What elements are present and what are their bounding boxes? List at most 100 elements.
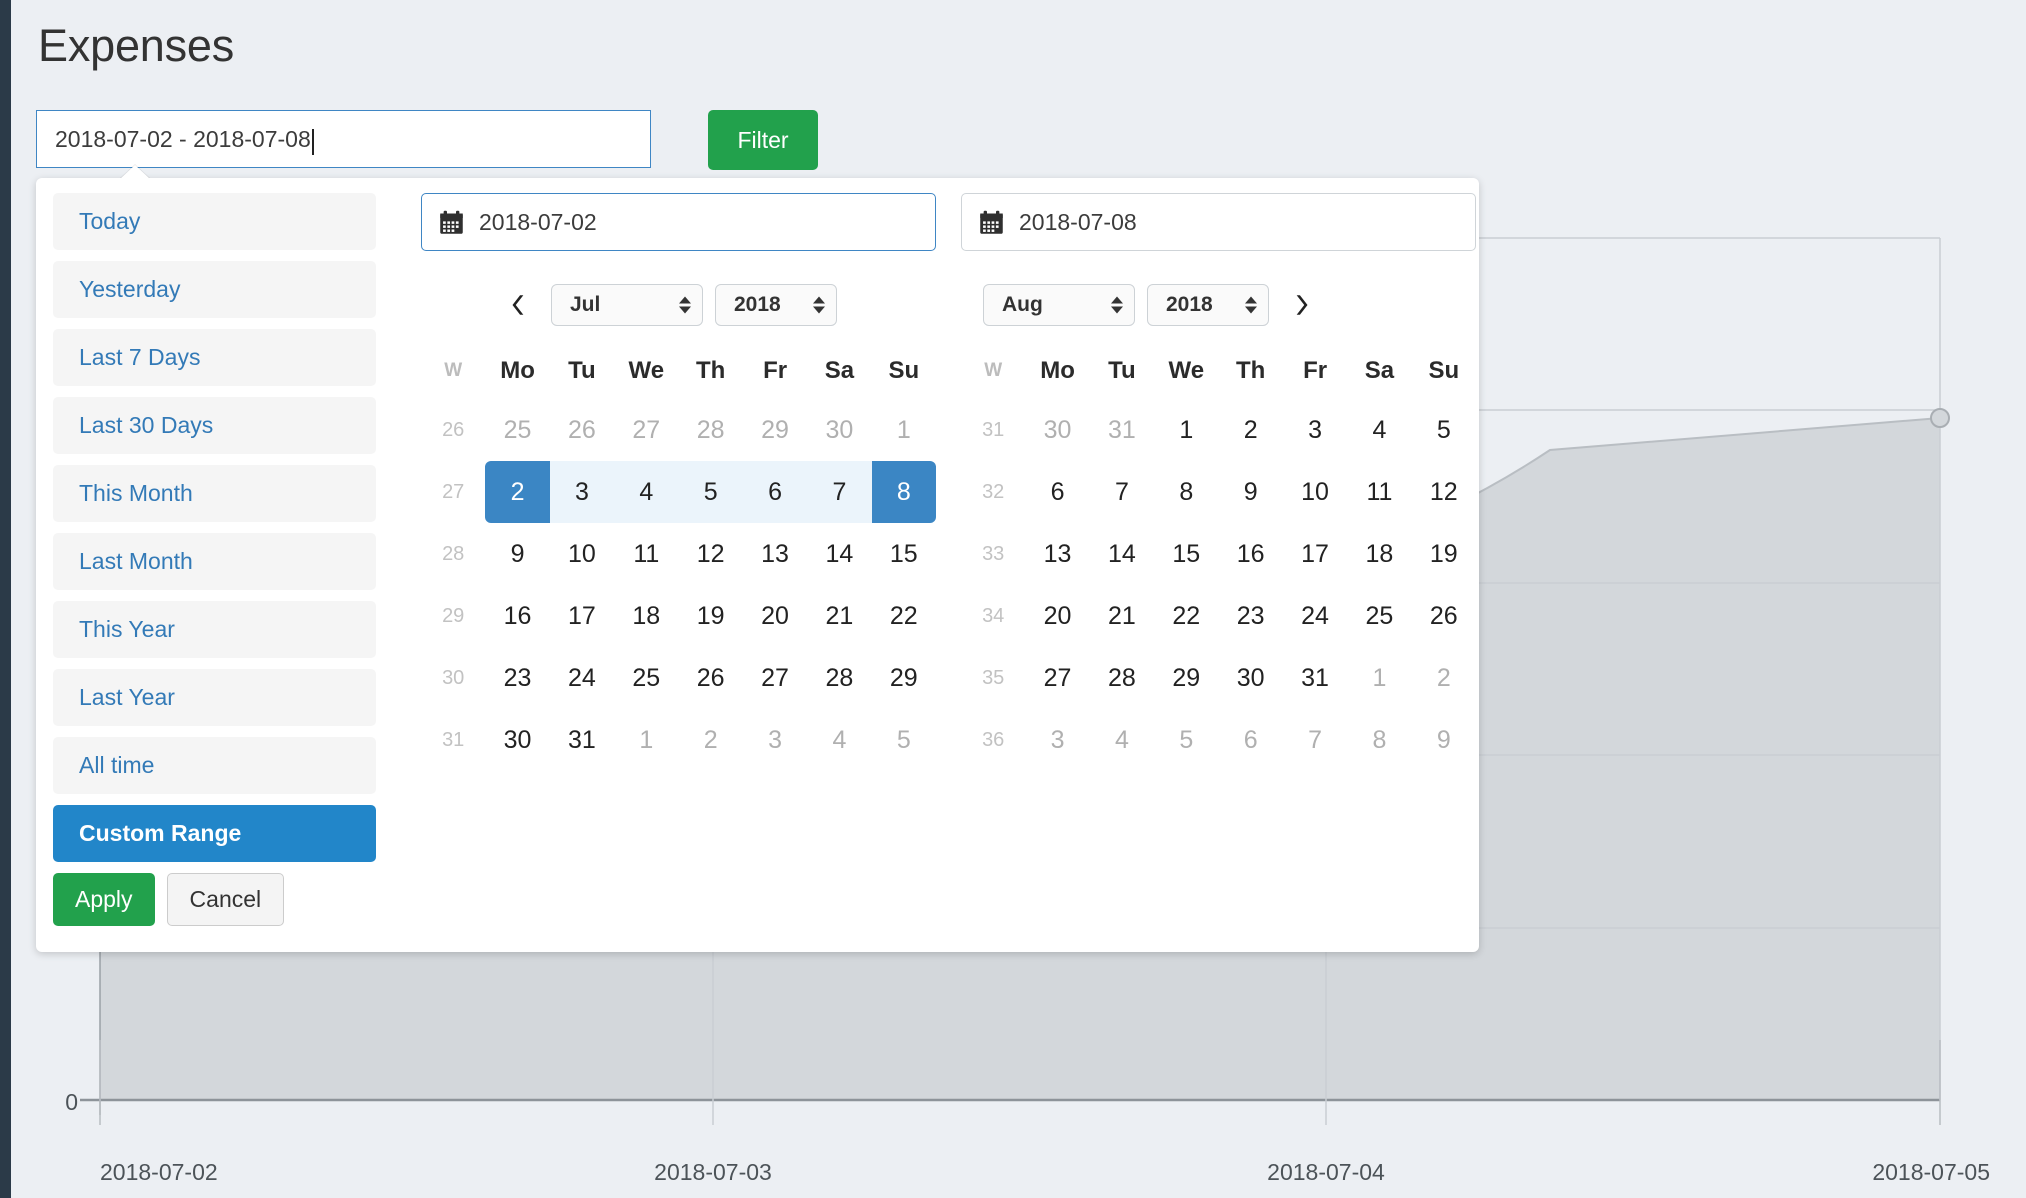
end-calendar-day-cell[interactable]: 10 xyxy=(1283,461,1347,523)
end-calendar-day-cell[interactable]: 13 xyxy=(1025,523,1089,585)
start-date-field[interactable]: 2018-07-02 xyxy=(421,193,936,251)
end-calendar-day-cell[interactable]: 15 xyxy=(1154,523,1218,585)
start-calendar-day-cell[interactable]: 15 xyxy=(872,523,936,585)
end-calendar-day-cell[interactable]: 16 xyxy=(1219,523,1283,585)
start-calendar-day-cell[interactable]: 26 xyxy=(679,647,743,709)
start-calendar-day-cell[interactable]: 27 xyxy=(743,647,807,709)
start-calendar-day-cell[interactable]: 14 xyxy=(807,523,871,585)
range-option-today[interactable]: Today xyxy=(53,193,376,250)
end-calendar-day-cell[interactable]: 1 xyxy=(1154,399,1218,461)
start-calendar-day-cell[interactable]: 9 xyxy=(485,523,549,585)
start-calendar-day-cell[interactable]: 29 xyxy=(872,647,936,709)
range-option-last-month[interactable]: Last Month xyxy=(53,533,376,590)
start-calendar-day-cell[interactable]: 21 xyxy=(807,585,871,647)
end-calendar-day-cell[interactable]: 19 xyxy=(1412,523,1476,585)
end-calendar-day-cell[interactable]: 3 xyxy=(1025,709,1089,771)
start-year-select[interactable]: 2018 xyxy=(715,284,837,326)
start-calendar-day-cell[interactable]: 30 xyxy=(807,399,871,461)
end-calendar-day-cell[interactable]: 2 xyxy=(1412,647,1476,709)
end-calendar-day-cell[interactable]: 5 xyxy=(1154,709,1218,771)
end-calendar-day-cell[interactable]: 24 xyxy=(1283,585,1347,647)
start-calendar-day-cell[interactable]: 3 xyxy=(743,709,807,771)
start-calendar-day-cell[interactable]: 1 xyxy=(614,709,678,771)
start-calendar-day-cell[interactable]: 4 xyxy=(614,461,679,523)
start-calendar-day-cell[interactable]: 10 xyxy=(550,523,614,585)
start-calendar-day-cell[interactable]: 3 xyxy=(549,461,615,523)
date-range-input[interactable]: 2018-07-02 - 2018-07-08 xyxy=(36,110,651,168)
start-calendar-day-cell[interactable]: 27 xyxy=(614,399,678,461)
end-calendar-day-cell[interactable]: 23 xyxy=(1219,585,1283,647)
end-calendar-day-cell[interactable]: 2 xyxy=(1219,399,1283,461)
end-calendar-day-cell[interactable]: 30 xyxy=(1219,647,1283,709)
end-calendar-day-cell[interactable]: 28 xyxy=(1090,647,1154,709)
start-calendar-day-cell[interactable]: 22 xyxy=(872,585,936,647)
filter-button[interactable]: Filter xyxy=(708,110,818,170)
end-calendar-day-cell[interactable]: 11 xyxy=(1347,461,1411,523)
end-calendar-day-cell[interactable]: 8 xyxy=(1347,709,1411,771)
start-calendar-day-cell[interactable]: 17 xyxy=(550,585,614,647)
range-option-last-7-days[interactable]: Last 7 Days xyxy=(53,329,376,386)
start-month-select[interactable]: Jul xyxy=(551,284,703,326)
start-calendar-day-cell[interactable]: 25 xyxy=(614,647,678,709)
start-calendar-day-cell[interactable]: 20 xyxy=(743,585,807,647)
range-option-this-month[interactable]: This Month xyxy=(53,465,376,522)
start-calendar-day-cell[interactable]: 19 xyxy=(679,585,743,647)
range-option-this-year[interactable]: This Year xyxy=(53,601,376,658)
start-calendar-day-cell[interactable]: 5 xyxy=(678,461,743,523)
end-calendar-day-cell[interactable]: 9 xyxy=(1219,461,1283,523)
range-option-custom-range[interactable]: Custom Range xyxy=(53,805,376,862)
end-calendar-day-cell[interactable]: 7 xyxy=(1090,461,1154,523)
start-calendar-day-cell[interactable]: 11 xyxy=(614,523,678,585)
end-calendar-day-cell[interactable]: 7 xyxy=(1283,709,1347,771)
end-calendar-day-cell[interactable]: 6 xyxy=(1025,461,1089,523)
end-calendar-day-cell[interactable]: 21 xyxy=(1090,585,1154,647)
start-calendar-day-cell[interactable]: 2 xyxy=(485,461,550,523)
start-calendar-day-cell[interactable]: 26 xyxy=(550,399,614,461)
range-option-last-30-days[interactable]: Last 30 Days xyxy=(53,397,376,454)
end-calendar-day-cell[interactable]: 5 xyxy=(1412,399,1476,461)
end-calendar-day-cell[interactable]: 8 xyxy=(1154,461,1218,523)
cancel-button[interactable]: Cancel xyxy=(166,873,285,926)
start-calendar-day-cell[interactable]: 4 xyxy=(807,709,871,771)
start-calendar-day-cell[interactable]: 2 xyxy=(679,709,743,771)
end-calendar-day-cell[interactable]: 12 xyxy=(1412,461,1476,523)
end-calendar-day-cell[interactable]: 18 xyxy=(1347,523,1411,585)
start-calendar-day-cell[interactable]: 12 xyxy=(679,523,743,585)
start-calendar-day-cell[interactable]: 24 xyxy=(550,647,614,709)
start-calendar-day-cell[interactable]: 28 xyxy=(807,647,871,709)
end-date-field[interactable]: 2018-07-08 xyxy=(961,193,1476,251)
end-calendar-day-cell[interactable]: 9 xyxy=(1412,709,1476,771)
end-calendar-day-cell[interactable]: 20 xyxy=(1025,585,1089,647)
end-calendar-day-cell[interactable]: 29 xyxy=(1154,647,1218,709)
range-option-yesterday[interactable]: Yesterday xyxy=(53,261,376,318)
end-calendar-day-cell[interactable]: 14 xyxy=(1090,523,1154,585)
next-month-icon[interactable] xyxy=(1281,285,1321,325)
end-calendar-day-cell[interactable]: 22 xyxy=(1154,585,1218,647)
end-calendar-day-cell[interactable]: 27 xyxy=(1025,647,1089,709)
start-calendar-day-cell[interactable]: 8 xyxy=(871,461,936,523)
start-calendar-day-cell[interactable]: 7 xyxy=(807,461,872,523)
end-calendar-day-cell[interactable]: 4 xyxy=(1347,399,1411,461)
end-calendar-day-cell[interactable]: 6 xyxy=(1219,709,1283,771)
end-calendar-day-cell[interactable]: 26 xyxy=(1412,585,1476,647)
end-calendar-day-cell[interactable]: 25 xyxy=(1347,585,1411,647)
start-calendar-day-cell[interactable]: 29 xyxy=(743,399,807,461)
end-calendar-day-cell[interactable]: 30 xyxy=(1025,399,1089,461)
start-calendar-day-cell[interactable]: 6 xyxy=(742,461,808,523)
start-calendar-day-cell[interactable]: 23 xyxy=(485,647,549,709)
start-calendar-day-cell[interactable]: 25 xyxy=(485,399,549,461)
start-calendar-day-cell[interactable]: 16 xyxy=(485,585,549,647)
end-month-select[interactable]: Aug xyxy=(983,284,1135,326)
end-calendar-day-cell[interactable]: 3 xyxy=(1283,399,1347,461)
start-calendar-day-cell[interactable]: 5 xyxy=(872,709,936,771)
range-option-last-year[interactable]: Last Year xyxy=(53,669,376,726)
apply-button[interactable]: Apply xyxy=(53,873,155,926)
start-calendar-day-cell[interactable]: 13 xyxy=(743,523,807,585)
end-calendar-day-cell[interactable]: 31 xyxy=(1283,647,1347,709)
end-calendar-day-cell[interactable]: 4 xyxy=(1090,709,1154,771)
start-calendar-day-cell[interactable]: 18 xyxy=(614,585,678,647)
start-calendar-day-cell[interactable]: 1 xyxy=(872,399,936,461)
end-calendar-day-cell[interactable]: 1 xyxy=(1347,647,1411,709)
end-year-select[interactable]: 2018 xyxy=(1147,284,1269,326)
end-calendar-day-cell[interactable]: 31 xyxy=(1090,399,1154,461)
